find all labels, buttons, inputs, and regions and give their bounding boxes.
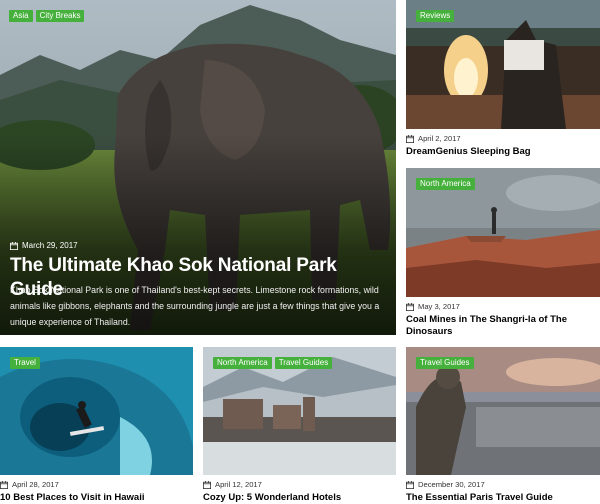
calendar-icon	[406, 134, 414, 143]
card-meta: April 2, 2017	[406, 134, 600, 143]
card-tags: North America Travel Guides	[213, 357, 333, 369]
post-thumb: Travel	[0, 347, 193, 475]
calendar-icon	[0, 480, 8, 489]
post-card-wonderland-hotels[interactable]: North America Travel Guides April 12, 20…	[203, 347, 396, 504]
card-tags: Travel	[10, 357, 40, 369]
post-card-coal-mines[interactable]: North America May 3, 2017 Coal Mines in …	[406, 168, 600, 338]
calendar-icon	[203, 480, 211, 489]
tag-travel-guides[interactable]: Travel Guides	[274, 357, 333, 369]
featured-date: March 29, 2017	[22, 241, 78, 250]
card-tags: Travel Guides	[416, 357, 474, 369]
post-thumb: Reviews	[406, 0, 600, 129]
post-thumb: North America Travel Guides	[203, 347, 396, 475]
card-meta: April 12, 2017	[203, 480, 396, 489]
calendar-icon	[406, 480, 414, 489]
tag-north-america[interactable]: North America	[416, 178, 475, 190]
card-title[interactable]: DreamGenius Sleeping Bag	[406, 146, 600, 158]
post-card-sleeping-bag[interactable]: Reviews April 2, 2017 DreamGenius Sleepi…	[406, 0, 600, 158]
calendar-icon	[406, 302, 414, 311]
tag-travel[interactable]: Travel	[10, 357, 40, 369]
tag-north-america[interactable]: North America	[213, 357, 272, 369]
post-thumb: Travel Guides	[406, 347, 600, 475]
featured-post[interactable]: Asia City Breaks March 29, 2017 The Ulti…	[0, 0, 396, 335]
post-thumb: North America	[406, 168, 600, 297]
card-meta: May 3, 2017	[406, 302, 600, 311]
card-title[interactable]: Cozy Up: 5 Wonderland Hotels	[203, 492, 396, 504]
featured-tags: Asia City Breaks	[9, 10, 85, 22]
card-meta: April 28, 2017	[0, 480, 193, 489]
card-title[interactable]: 10 Best Places to Visit in Hawaii	[0, 492, 193, 504]
card-date: April 2, 2017	[418, 134, 461, 143]
post-card-hawaii[interactable]: Travel April 28, 2017 10 Best Places to …	[0, 347, 193, 504]
featured-meta: March 29, 2017	[10, 241, 78, 250]
post-grid: Asia City Breaks March 29, 2017 The Ulti…	[0, 0, 600, 504]
card-date: December 30, 2017	[418, 480, 485, 489]
card-date: April 12, 2017	[215, 480, 262, 489]
tag-reviews[interactable]: Reviews	[416, 10, 455, 22]
card-tags: Reviews	[416, 10, 455, 22]
card-date: May 3, 2017	[418, 302, 460, 311]
post-card-paris[interactable]: Travel Guides December 30, 2017 The Esse…	[406, 347, 600, 504]
card-date: April 28, 2017	[12, 480, 59, 489]
calendar-icon	[10, 241, 18, 250]
tag-asia[interactable]: Asia	[9, 10, 33, 22]
card-title[interactable]: The Essential Paris Travel Guide	[406, 492, 600, 504]
card-title[interactable]: Coal Mines in The Shangri-la of The Dino…	[406, 314, 600, 338]
featured-excerpt: Khao Sok National Park is one of Thailan…	[10, 285, 380, 327]
tag-city-breaks[interactable]: City Breaks	[35, 10, 85, 22]
card-meta: December 30, 2017	[406, 480, 600, 489]
card-tags: North America	[416, 178, 475, 190]
tag-travel-guides[interactable]: Travel Guides	[416, 357, 474, 369]
